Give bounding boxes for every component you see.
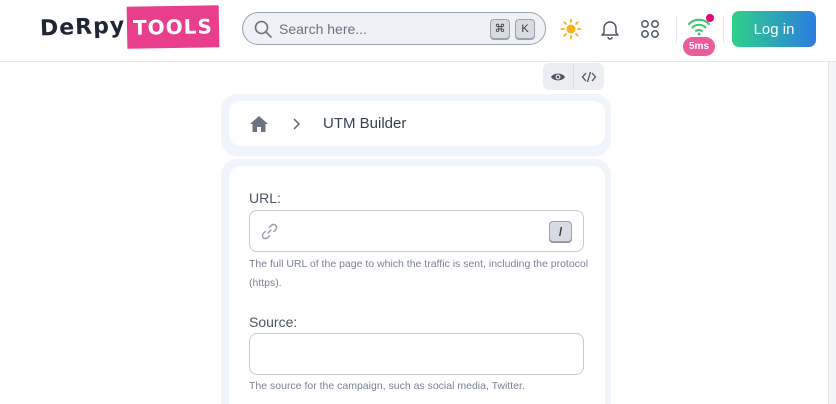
breadcrumb-current: UTM Builder <box>323 115 407 132</box>
logo[interactable]: DeRpy TOOLS <box>39 5 220 49</box>
code-icon <box>581 71 597 82</box>
home-icon[interactable] <box>249 114 269 134</box>
url-shortcut-key: / <box>549 221 572 242</box>
logo-text-tools: TOOLS <box>126 5 220 49</box>
url-field[interactable]: / <box>249 210 584 252</box>
shortcut-k-key: K <box>515 18 535 39</box>
link-icon <box>261 223 278 240</box>
preview-toggle[interactable] <box>543 63 573 90</box>
logo-text-derpy: DeRpy <box>39 13 126 41</box>
url-label: URL: <box>249 190 281 206</box>
view-toggle <box>543 63 604 90</box>
search-icon <box>254 20 272 38</box>
sun-icon[interactable] <box>560 18 582 40</box>
source-help-text: The source for the campaign, such as soc… <box>249 380 525 392</box>
source-field[interactable] <box>249 333 584 375</box>
eye-icon <box>551 73 565 80</box>
ping-badge: 5ms <box>683 37 715 56</box>
source-label: Source: <box>249 314 298 330</box>
status-dot <box>706 14 714 22</box>
divider <box>723 16 724 44</box>
login-button[interactable]: Log in <box>732 11 816 47</box>
shortcut-mod-key: ⌘ <box>490 18 510 39</box>
chevron-right-icon <box>293 117 301 130</box>
search-placeholder: Search here... <box>279 20 367 37</box>
search-bar[interactable]: Search here... ⌘ K <box>242 12 546 45</box>
utm-form: URL: / The full URL of the page to which… <box>229 166 605 404</box>
breadcrumb: UTM Builder <box>229 101 605 146</box>
top-header: DeRpy TOOLS Search here... ⌘ K 5ms Log i… <box>0 0 836 62</box>
code-toggle[interactable] <box>573 63 604 90</box>
bell-icon[interactable] <box>599 18 621 40</box>
url-help-text: The full URL of the page to which the tr… <box>249 258 589 289</box>
divider <box>676 16 677 44</box>
scrollbar[interactable] <box>828 62 836 404</box>
apps-grid-icon[interactable] <box>639 18 661 40</box>
